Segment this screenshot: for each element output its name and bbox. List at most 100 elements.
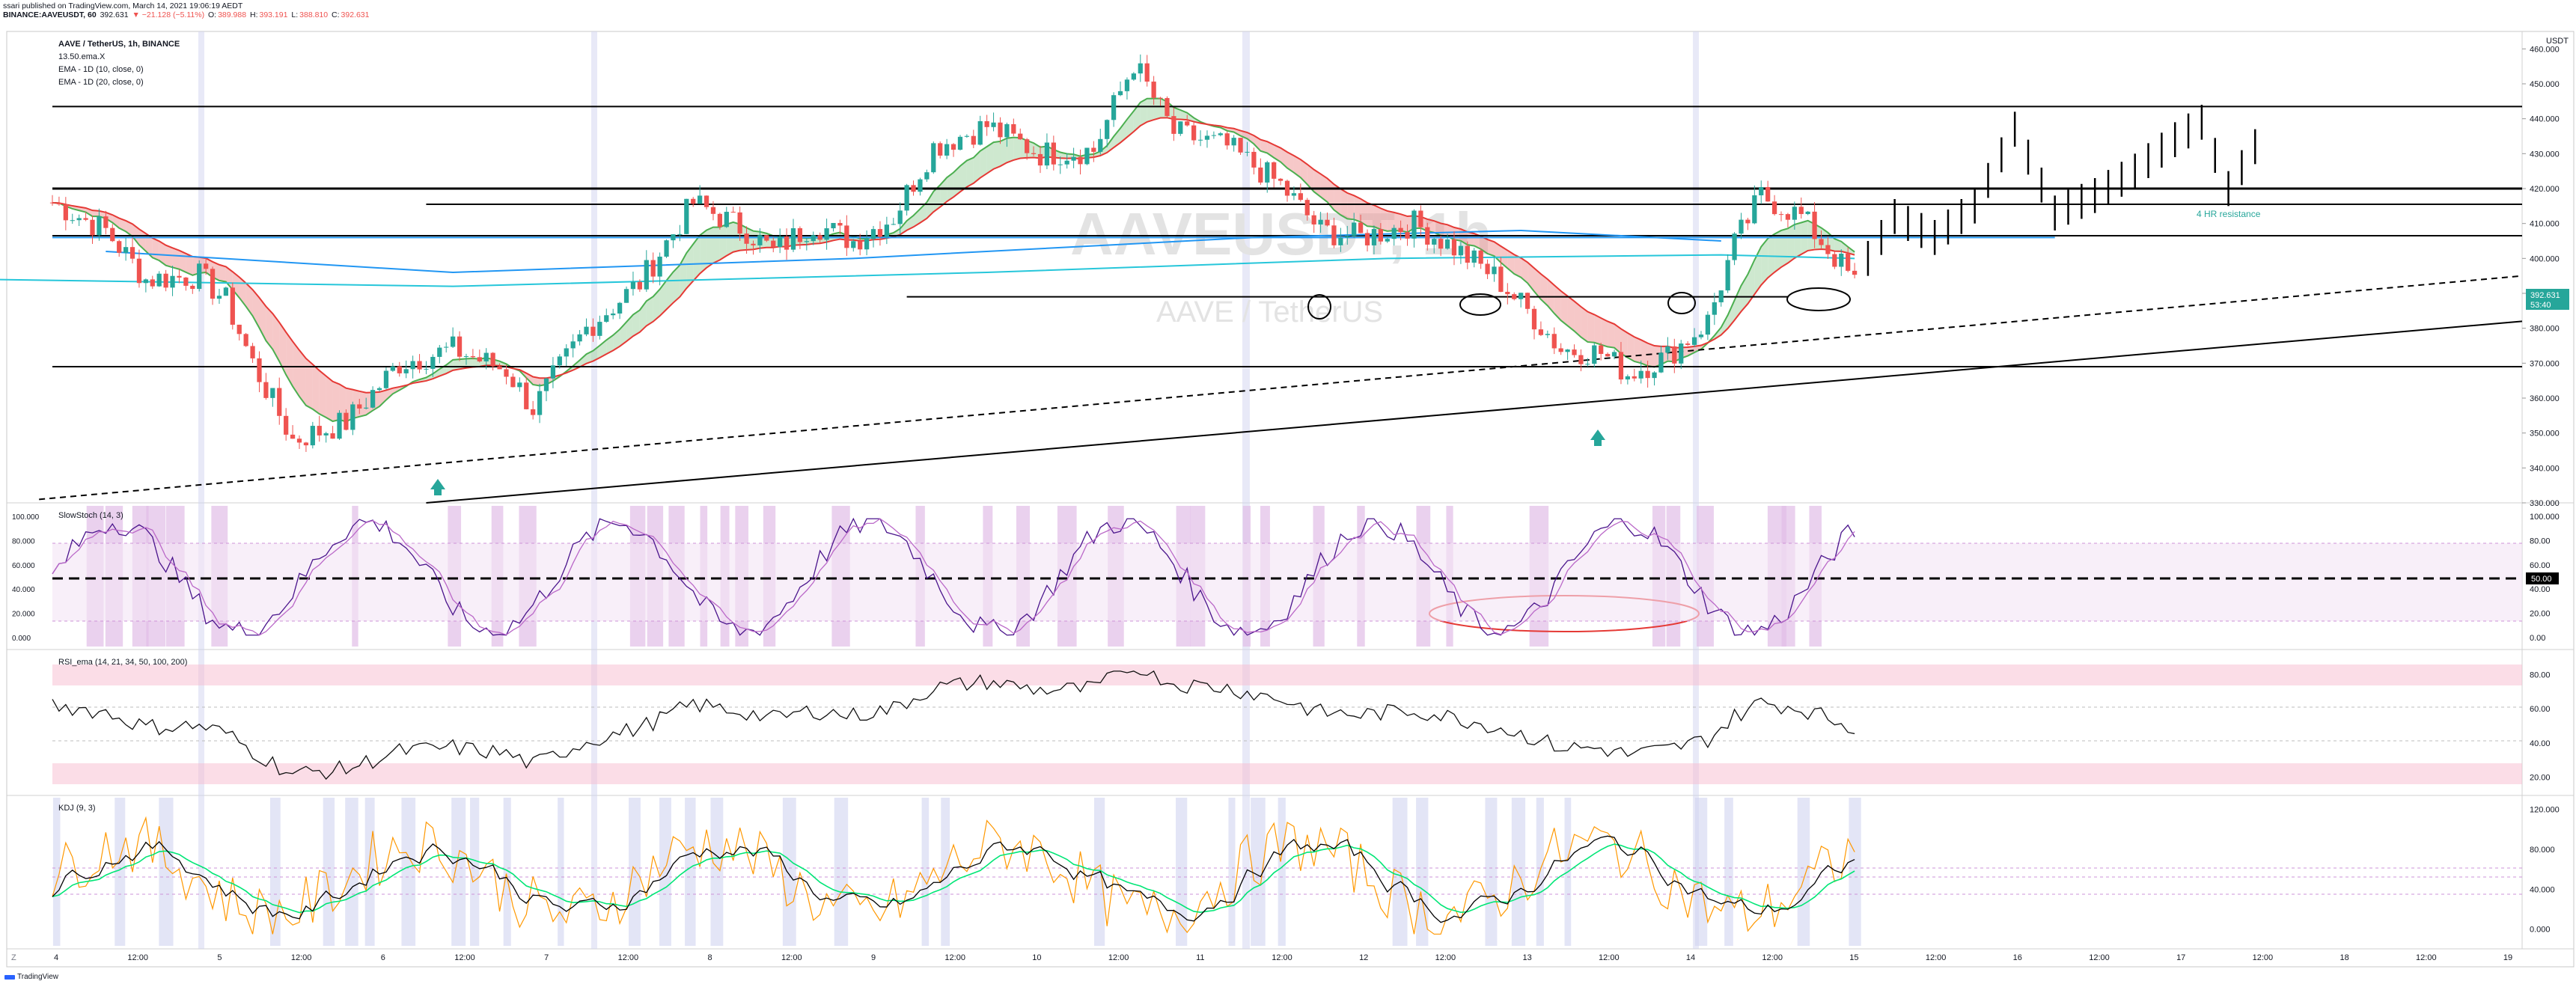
candle-body [70, 220, 75, 221]
kdj-highlight [323, 798, 335, 946]
candle-body [837, 222, 843, 226]
candle-body [230, 287, 235, 325]
candle-body [270, 388, 275, 398]
candle-body [1578, 355, 1584, 364]
rsi-lower-band [52, 763, 2522, 784]
candle-body [1652, 372, 1657, 379]
candle-body [1178, 121, 1183, 134]
candle-body [223, 287, 229, 296]
candle-body [998, 122, 1003, 138]
price-axis[interactable]: 460.000 450.000 440.000 430.000 420.000 410.0… [2522, 45, 2560, 508]
candle-body [1258, 167, 1263, 183]
candle-body [604, 315, 609, 323]
candle-body [698, 195, 703, 204]
candle-body [950, 144, 956, 150]
candle-body [63, 204, 68, 221]
candle-body [1272, 162, 1277, 179]
candle-body [1185, 121, 1190, 126]
candle-body [804, 241, 809, 242]
candle-body [403, 369, 409, 373]
price-tick-label: 450.000 [2530, 80, 2560, 89]
candle-body [1345, 236, 1350, 238]
candle-body [1398, 227, 1403, 233]
candle-body [357, 404, 362, 409]
candle-body [1458, 245, 1464, 256]
stoch-tick-label: 0.00 [2530, 634, 2545, 643]
candle-body [129, 247, 135, 259]
candle-body [1311, 215, 1316, 224]
candle-body [944, 144, 950, 156]
time-axis[interactable]: 4 12:00 5 12:00 6 12:00 7 12:00 8 12:00 9 12:00 10 12… [54, 953, 2512, 962]
rsi-line [52, 670, 1855, 780]
legend-ema10: EMA - 1D (10, close, 0) [58, 65, 144, 74]
stoch-tick-label: 100.000 [2530, 513, 2560, 522]
stoch-left-tick-label: 80.000 [12, 537, 35, 546]
time-tick-label: 19 [2503, 953, 2512, 962]
ema-cloud-segment [1640, 340, 1648, 366]
kdj-highlight [921, 798, 930, 946]
candle-body [310, 426, 315, 446]
candle-body [751, 243, 756, 245]
candle-body [1265, 162, 1270, 183]
candle-body [617, 302, 623, 314]
candle-body [671, 234, 676, 241]
candle-body [477, 357, 482, 361]
rsi-tick-label: 20.00 [2530, 774, 2551, 783]
legend-title: AAVE / TetherUS, 1h, BINANCE [58, 40, 180, 49]
candle-body [383, 370, 389, 388]
candle-body [984, 120, 989, 127]
candle-body [277, 388, 282, 416]
candle-body [737, 212, 742, 234]
candle-body [650, 260, 656, 277]
time-tick-label: 12:00 [618, 953, 639, 962]
legend-ema20: EMA - 1D (20, close, 0) [58, 78, 144, 87]
candle-body [1391, 227, 1397, 239]
ema-cloud-segment [1594, 314, 1602, 345]
ema-cloud-segment [993, 141, 1001, 169]
candle-body [1846, 253, 1851, 271]
candle-body [1011, 123, 1016, 134]
current-price-countdown: 53:40 [2530, 301, 2551, 310]
candle-body [1618, 352, 1624, 380]
stoch-tick-label: 80.00 [2530, 537, 2551, 546]
candle-body [623, 289, 629, 303]
chart-canvas[interactable]: AAVEUSDT, 1h AAVE / TetherUS AAVE / Teth… [0, 0, 2576, 990]
time-tick-label: 12:00 [454, 953, 475, 962]
rsi-axis: 80.00 60.00 40.00 20.00 [2530, 670, 2551, 782]
candle-body [424, 368, 429, 370]
candle-body [564, 348, 569, 357]
candle-body [1338, 237, 1343, 245]
candle-body [1698, 334, 1704, 337]
candle-body [1165, 98, 1170, 117]
time-tick-label: 12:00 [1599, 953, 1620, 962]
time-tick-label: 12:00 [944, 953, 965, 962]
session-band [1242, 31, 1250, 949]
candle-body [644, 260, 649, 290]
kdj-highlight [1849, 798, 1861, 946]
candle-body [1785, 214, 1791, 220]
time-tick-label: 12:00 [781, 953, 802, 962]
stoch-left-tick-label: 100.000 [12, 513, 40, 522]
kdj-highlight [1797, 798, 1810, 946]
candle-body [430, 356, 436, 369]
timezone-corner[interactable]: Z [11, 953, 16, 962]
price-tick-label: 350.000 [2530, 430, 2560, 439]
ema-cloud-segment [719, 224, 727, 260]
candle-body [1098, 138, 1103, 152]
candle-body [1211, 135, 1217, 136]
kdj-d-line [52, 843, 1855, 914]
candle-body [397, 366, 402, 373]
circle-mark-3 [1667, 292, 1696, 314]
candle-body [370, 390, 376, 408]
candle-body [1712, 302, 1717, 315]
ema-cloud-segment [319, 370, 326, 418]
candle-body [1117, 91, 1123, 96]
projection-bars [1867, 105, 2256, 276]
ema-cloud-segment [1007, 137, 1014, 163]
candle-body [584, 326, 589, 334]
candle-body [263, 382, 269, 398]
candle-body [1685, 343, 1691, 345]
candle-body [764, 235, 769, 241]
candle-body [504, 369, 509, 377]
candle-body [870, 229, 876, 239]
